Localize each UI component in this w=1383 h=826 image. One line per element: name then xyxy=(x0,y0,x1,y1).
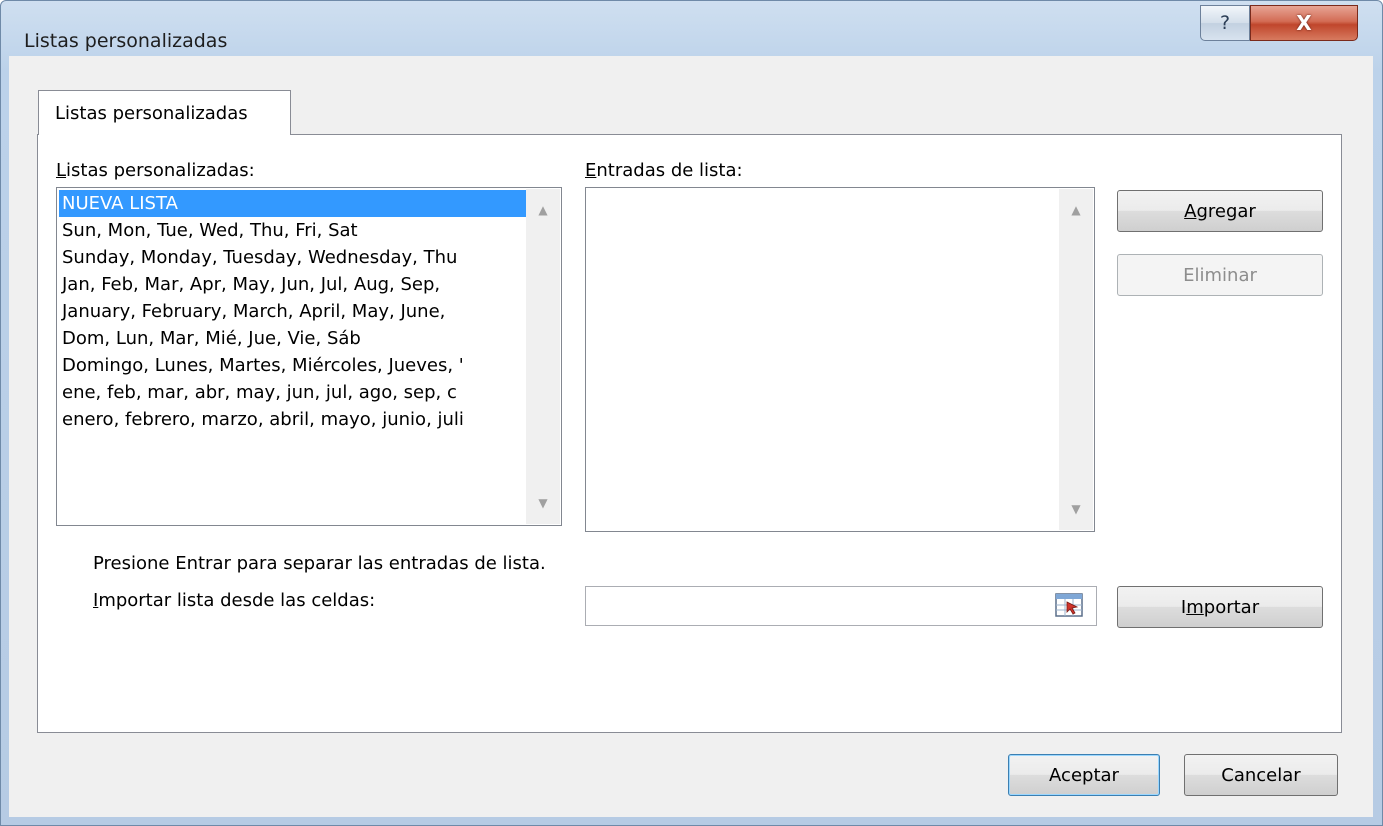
scroll-down-arrow-icon[interactable]: ▼ xyxy=(1059,494,1093,524)
help-button[interactable]: ? xyxy=(1200,5,1250,41)
custom-lists-listbox[interactable]: NUEVA LISTA Sun, Mon, Tue, Wed, Thu, Fri,… xyxy=(56,187,562,526)
scroll-down-arrow-icon[interactable]: ▼ xyxy=(526,488,560,518)
import-range-input[interactable] xyxy=(585,586,1097,626)
ok-button[interactable]: Aceptar xyxy=(1008,754,1160,796)
list-item[interactable]: Domingo, Lunes, Martes, Miércoles, Jueve… xyxy=(59,352,527,379)
list-item[interactable]: Jan, Feb, Mar, Apr, May, Jun, Jul, Aug, … xyxy=(59,271,527,298)
tab-custom-lists[interactable]: Listas personalizadas xyxy=(38,90,291,135)
import-label: Importar lista desde las celdas: xyxy=(93,590,376,611)
custom-lists-scrollbar[interactable]: ▲ ▼ xyxy=(526,189,560,524)
cancel-button[interactable]: Cancelar xyxy=(1184,754,1338,796)
scroll-up-arrow-icon[interactable]: ▲ xyxy=(526,195,560,225)
range-select-button[interactable] xyxy=(1047,589,1091,621)
hint-text: Presione Entrar para separar las entrada… xyxy=(93,553,546,574)
list-item[interactable]: Sun, Mon, Tue, Wed, Thu, Fri, Sat xyxy=(59,217,527,244)
tab-label: Listas personalizadas xyxy=(55,103,248,124)
window-title: Listas personalizadas xyxy=(24,30,228,52)
delete-button[interactable]: Eliminar xyxy=(1117,254,1323,296)
list-entries-label: Entradas de lista: xyxy=(585,160,743,181)
list-entries-scrollbar[interactable]: ▲ ▼ xyxy=(1059,189,1093,530)
import-button[interactable]: Im portar xyxy=(1117,586,1323,628)
help-icon: ? xyxy=(1219,12,1231,34)
close-icon: X xyxy=(1296,11,1312,35)
close-button[interactable]: X xyxy=(1250,5,1358,41)
scroll-up-arrow-icon[interactable]: ▲ xyxy=(1059,195,1093,225)
list-item[interactable]: ene, feb, mar, abr, may, jun, jul, ago, … xyxy=(59,379,527,406)
list-item[interactable]: enero, febrero, marzo, abril, mayo, juni… xyxy=(59,406,527,433)
list-item[interactable]: NUEVA LISTA xyxy=(59,190,527,217)
list-item[interactable]: Sunday, Monday, Tuesday, Wednesday, Thu xyxy=(59,244,527,271)
list-item[interactable]: January, February, March, April, May, Ju… xyxy=(59,298,527,325)
list-entries-textarea[interactable]: ▲ ▼ xyxy=(585,187,1095,532)
custom-lists-label: Listas personalizadas: xyxy=(56,160,255,181)
range-select-icon xyxy=(1055,593,1083,617)
custom-lists-items: NUEVA LISTA Sun, Mon, Tue, Wed, Thu, Fri,… xyxy=(59,190,527,523)
list-item[interactable]: Dom, Lun, Mar, Mié, Jue, Vie, Sáb xyxy=(59,325,527,352)
add-button[interactable]: Agregar xyxy=(1117,190,1323,232)
